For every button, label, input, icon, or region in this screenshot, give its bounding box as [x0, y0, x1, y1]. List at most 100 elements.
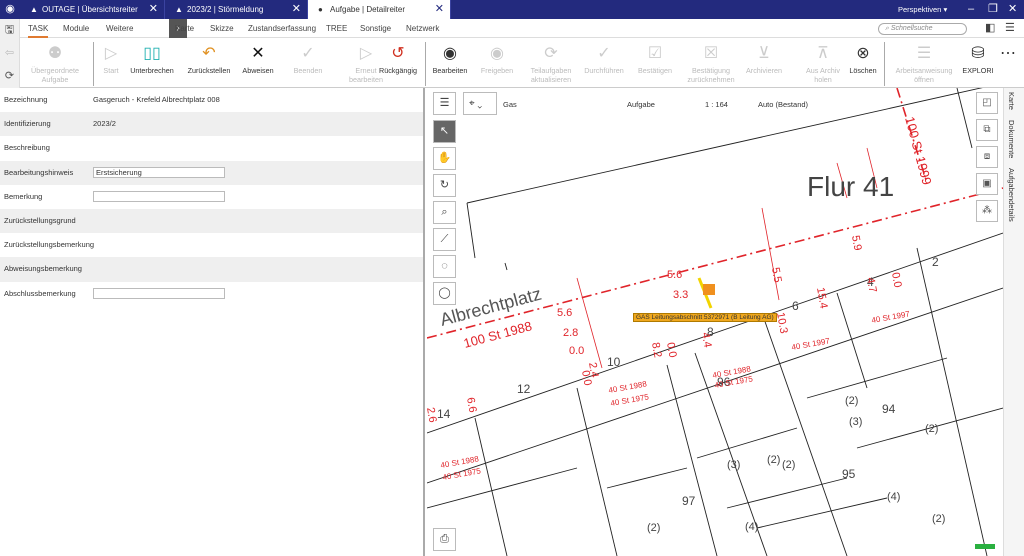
menu-netzwerk[interactable]: Netzwerk — [406, 19, 439, 38]
measure-tool-icon[interactable]: ⟋ — [433, 228, 456, 251]
rotate-tool-icon[interactable]: ↻ — [433, 174, 456, 197]
vtab-karte[interactable]: Karte — [1007, 92, 1016, 110]
layout-icon[interactable]: ◧ — [985, 19, 995, 38]
menu-tree[interactable]: TREE — [326, 19, 347, 38]
map-menu-icon[interactable]: ☰ — [433, 92, 456, 115]
parcel-number: 10 — [607, 355, 621, 369]
dimension-label: 0.0 — [569, 345, 584, 357]
toolbar-button-übergeordnete-aufgabe[interactable]: ⚉ Übergeordnete Aufgabe — [22, 38, 88, 88]
map-view[interactable]: Flur 41 Albrechtplatz 100 St 1988 100 St… — [427, 88, 1003, 556]
pause-icon: ▯▯ — [143, 45, 161, 62]
toolbar-button-bearbeiten[interactable]: ◉ Bearbeiten — [428, 38, 472, 88]
dimension-label: 5.6 — [667, 269, 682, 281]
lasso-tool-icon[interactable]: ◯ — [433, 282, 456, 305]
window-tab-outage[interactable]: ▲ OUTAGE | Übersichtsreiter ✕ — [20, 0, 165, 19]
layout-panel-icon[interactable]: ◰ — [976, 92, 998, 114]
map-view-mode[interactable]: Auto (Bestand) — [758, 100, 808, 109]
toolbar-button-löschen[interactable]: ⊗ Löschen — [842, 38, 884, 88]
maximize-icon[interactable]: ❐ — [988, 0, 998, 19]
ribbon-toolbar: ⚉ Übergeordnete Aufgabe ▷ Start ▯▯ Unterbrech… — [20, 38, 1024, 88]
toolbar-button-bestätigung-zurücknehmen[interactable]: ☒ Bestätigung zurücknehmen — [680, 38, 742, 88]
print-icon[interactable]: ⎙ — [433, 528, 456, 551]
toolbar-button-rückgängig[interactable]: ↺ Rückgängig — [372, 38, 424, 88]
map-scale[interactable]: 1 : 164 — [705, 100, 728, 109]
toolbar-button-durchführen[interactable]: ✓ Durchführen — [580, 38, 628, 88]
network-icon[interactable]: ⧈ — [976, 146, 998, 168]
zoom-tool-icon[interactable]: ⌕ — [433, 201, 456, 224]
more-options-icon[interactable]: ⋯ — [998, 38, 1018, 88]
toolbar-button-bestätigen[interactable]: ☑ Bestätigen — [632, 38, 678, 88]
quick-search-input[interactable]: ⌕ Schnellsuche — [878, 23, 967, 35]
field-input[interactable] — [93, 190, 225, 202]
menu-sonstige[interactable]: Sonstige — [360, 19, 391, 38]
dimension-label: 5.9 — [849, 234, 863, 251]
toolbar-button-label: EXPLORI — [962, 66, 994, 75]
toolbar-button-archivieren[interactable]: ⊻ Archivieren — [738, 38, 790, 88]
undo-arrow-icon: ↶ — [202, 45, 216, 62]
unarchive-icon: ⊼ — [817, 45, 829, 62]
status-indicator — [975, 544, 995, 549]
toolbar-button-teilaufgaben-aktualisieren[interactable]: ⟳ Teilaufgaben aktualisieren — [522, 38, 580, 88]
hamburger-menu-icon[interactable]: ☰ — [1005, 19, 1015, 38]
parcel-number: 2 — [932, 255, 939, 269]
toolbar-button-freigeben[interactable]: ◉ Freigeben — [472, 38, 522, 88]
toolbar-button-explori[interactable]: ⛁ EXPLORI — [959, 38, 997, 88]
pipe-label: 40 St 1997 — [791, 336, 831, 352]
parcel-number: (3) — [727, 459, 740, 471]
database-search-icon: ⛁ — [971, 45, 985, 62]
dimension-label: 0.0 — [664, 341, 678, 358]
check-area-tool-icon[interactable]: ◌ — [433, 255, 456, 278]
close-icon[interactable]: ✕ — [435, 0, 444, 19]
menu-module[interactable]: Module — [63, 19, 89, 38]
close-window-icon[interactable]: ✕ — [1008, 0, 1017, 19]
location-dropdown[interactable]: ⌖ ⌄ — [463, 92, 497, 115]
map-layers-icon[interactable]: ⧉ — [976, 119, 998, 141]
vtab-dokumente[interactable]: Dokumente — [1007, 120, 1016, 158]
field-label: Bezeichnung — [4, 95, 48, 104]
gallery-icon[interactable]: ▣ — [976, 173, 998, 195]
toolbar-button-label: Bearbeiten — [432, 66, 468, 75]
ribbon-menu: TASK Module Weitere › Karte Skizze Zusta… — [20, 19, 1024, 38]
dimension-label: 2.8 — [563, 327, 578, 339]
form-row: Zurückstellungsgrund — [0, 208, 423, 234]
check-icon: ✓ — [301, 45, 315, 62]
parcel-number: (2) — [845, 395, 858, 407]
menu-karte[interactable]: Karte — [175, 19, 194, 38]
field-label: Identifizierung — [4, 119, 51, 129]
field-input[interactable] — [93, 287, 225, 299]
window-tab-stoermeldung[interactable]: ▲ 2023/2 | Störmeldung ✕ — [165, 0, 308, 19]
menu-zustandserfassung[interactable]: Zustandserfassung — [248, 19, 316, 38]
toolbar-button-abweisen[interactable]: ✕ Abweisen — [238, 38, 278, 88]
toolbar-button-label: Beenden — [293, 66, 323, 75]
form-row: Beschreibung — [0, 136, 423, 160]
save-icon[interactable]: 🖫 — [0, 19, 19, 42]
menu-skizze[interactable]: Skizze — [210, 19, 234, 38]
marker-icon[interactable] — [703, 284, 715, 295]
side-tabs: Karte Dokumente Aufgabendetails — [1003, 88, 1024, 556]
menu-task[interactable]: TASK — [28, 19, 49, 38]
toolbar-button-arbeitsanweisung-öffnen[interactable]: ☰ Arbeitsanweisung öffnen — [892, 38, 956, 88]
parcel-number: (3) — [849, 416, 862, 428]
refresh-icon[interactable]: ⟳ — [0, 65, 19, 88]
map-canvas[interactable]: Flur 41 Albrechtplatz 100 St 1988 100 St… — [427, 88, 1003, 556]
minimize-icon[interactable]: – — [968, 0, 974, 19]
toolbar-button-start[interactable]: ▷ Start — [96, 38, 126, 88]
toolbar-button-beenden[interactable]: ✓ Beenden — [280, 38, 336, 88]
toolbar-button-aus-archiv-holen[interactable]: ⊼ Aus Archiv holen — [800, 38, 846, 88]
perspectives-dropdown[interactable]: Perspektiven ▾ — [898, 0, 947, 19]
form-row: Abweisungsbemerkung — [0, 257, 423, 282]
toolbar-button-zurückstellen[interactable]: ↶ Zurückstellen — [180, 38, 238, 88]
back-icon[interactable]: ⇦ — [0, 42, 19, 65]
parcel-number: (2) — [782, 459, 795, 471]
close-icon[interactable]: ✕ — [149, 0, 158, 19]
toolbar-button-unterbrechen[interactable]: ▯▯ Unterbrechen — [126, 38, 178, 88]
grid-icon[interactable]: ⁂ — [976, 200, 998, 222]
field-input[interactable]: Erstsicherung — [93, 166, 225, 178]
toolbar-button-label: Übergeordnete Aufgabe — [31, 66, 79, 84]
close-icon[interactable]: ✕ — [292, 0, 301, 19]
menu-weitere[interactable]: Weitere — [106, 19, 133, 38]
window-tab-aufgabe[interactable]: ● Aufgabe | Detailreiter ✕ — [308, 0, 451, 19]
select-tool-icon[interactable]: ↖ — [433, 120, 456, 143]
pan-tool-icon[interactable]: ✋ — [433, 147, 456, 170]
vtab-aufgabendetails[interactable]: Aufgabendetails — [1007, 168, 1016, 222]
